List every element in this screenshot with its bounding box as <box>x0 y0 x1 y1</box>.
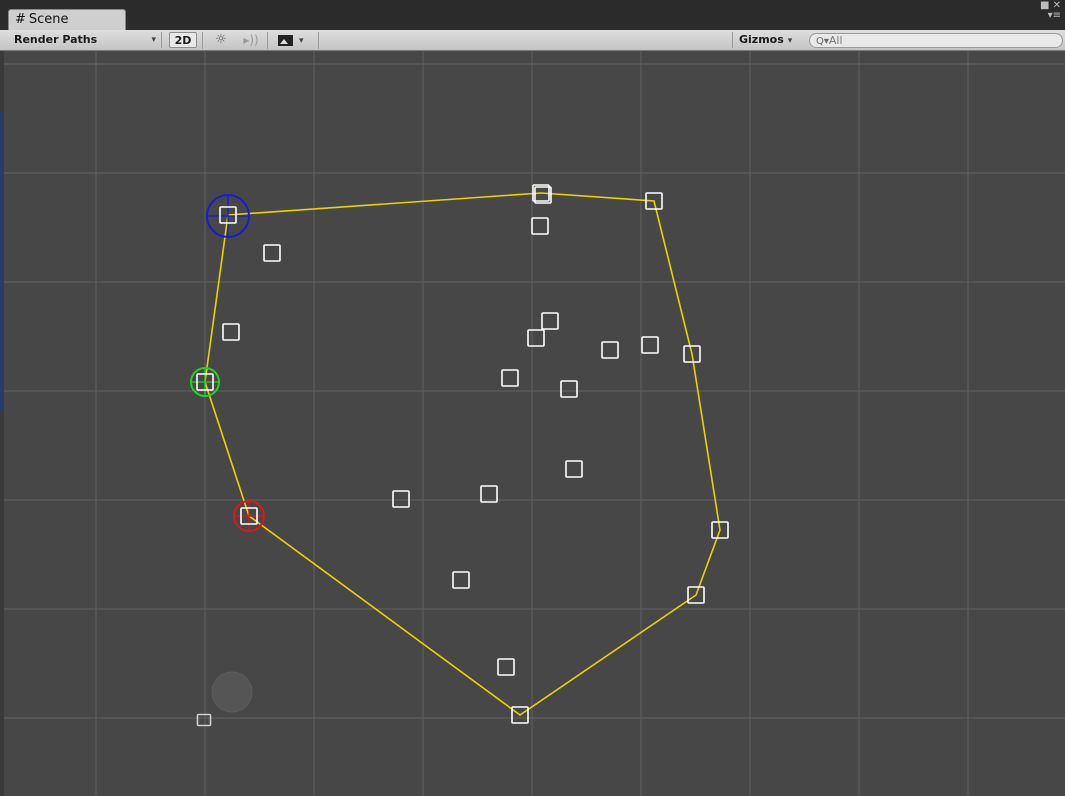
mode-2d-toggle[interactable]: 2D <box>169 32 197 48</box>
path-node <box>601 341 619 359</box>
speaker-icon[interactable]: ▸)) <box>237 32 265 48</box>
gizmos-dropdown[interactable]: Gizmos ▾ <box>732 32 804 48</box>
path-node <box>541 312 559 330</box>
scene-toolbar: Render Paths ▾ 2D ☼ ▸)) ▾ Gizmos ▾ Q▾All <box>0 30 1065 51</box>
search-placeholder: All <box>828 34 843 47</box>
path-line <box>204 192 721 716</box>
path-node <box>560 380 578 398</box>
chevron-down-icon: ▾ <box>151 35 156 45</box>
window-controls: ■ ✕ ▾≡ <box>1040 1 1061 21</box>
sun-icon[interactable]: ☼ <box>207 32 235 48</box>
path-node <box>392 490 410 508</box>
search-input[interactable]: Q▾All <box>809 33 1063 48</box>
grid-hash-icon: # <box>15 12 26 27</box>
menu-icon[interactable]: ▾≡ <box>1048 10 1061 21</box>
search-icon: Q▾ <box>816 36 829 47</box>
scene-canvas[interactable] <box>0 51 1065 796</box>
shading-mode-label: Render Paths <box>14 33 98 46</box>
tab-scene[interactable]: # Scene <box>8 9 126 30</box>
path-node <box>263 244 281 262</box>
tab-scene-label: Scene <box>28 12 69 27</box>
scene-viewport[interactable] <box>0 51 1065 796</box>
shading-mode-dropdown[interactable]: Render Paths ▾ <box>4 32 162 48</box>
path-node <box>531 217 549 235</box>
path-node <box>527 329 545 347</box>
toolbar-divider <box>202 32 203 49</box>
effects-dropdown[interactable]: ▾ <box>270 32 314 48</box>
left-panel-edge <box>0 51 4 796</box>
gizmos-label: Gizmos <box>739 33 784 46</box>
chevron-down-icon: ▾ <box>787 36 793 46</box>
toolbar-divider <box>267 32 268 49</box>
image-icon <box>278 34 293 46</box>
path-node <box>222 323 240 341</box>
path-node <box>196 713 212 727</box>
handle-circle <box>211 671 253 713</box>
path-node <box>565 460 583 478</box>
path-node <box>452 571 470 589</box>
path-node <box>497 658 515 676</box>
path-node <box>501 369 519 387</box>
path-node <box>641 336 659 354</box>
tab-strip: # Scene ■ ✕ ▾≡ <box>0 0 1065 30</box>
toolbar-divider <box>318 32 319 49</box>
chevron-down-icon: ▾ <box>299 36 304 46</box>
left-panel-highlight <box>0 111 3 411</box>
